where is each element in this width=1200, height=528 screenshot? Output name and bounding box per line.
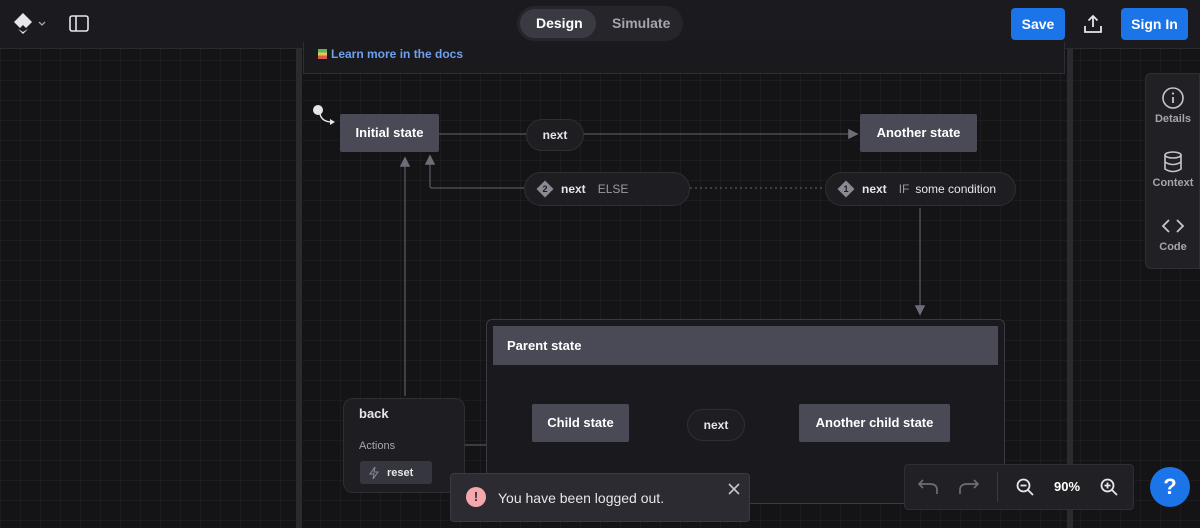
database-icon	[1164, 151, 1182, 173]
state-initial[interactable]: Initial state	[340, 114, 439, 152]
close-icon	[728, 483, 740, 495]
redo-button[interactable]	[957, 476, 981, 503]
zoom-in-icon	[1100, 478, 1118, 496]
guard-event: next	[561, 182, 586, 196]
lightning-icon	[369, 466, 379, 479]
guard-index-badge: 2	[536, 180, 554, 198]
guard-else[interactable]: 2 next ELSE	[524, 172, 690, 206]
state-another-child[interactable]: Another child state	[799, 404, 950, 442]
alert-icon: !	[466, 487, 486, 507]
transition-child-next[interactable]: next	[687, 409, 745, 441]
toast-close-button[interactable]	[726, 481, 742, 497]
guard-condition: some condition	[915, 182, 997, 196]
actions-label: Actions	[359, 440, 396, 452]
zoom-out-icon	[1016, 478, 1034, 496]
panel-tab-context[interactable]: Context	[1148, 150, 1198, 189]
edge-else-to-initial	[424, 154, 524, 189]
guard-index-badge: 1	[837, 180, 855, 198]
state-parent-header[interactable]: Parent state	[493, 326, 998, 365]
guard-event: next	[862, 182, 887, 196]
code-icon	[1161, 219, 1185, 233]
guard-keyword: IF	[898, 182, 910, 196]
state-child[interactable]: Child state	[532, 404, 629, 442]
redo-icon	[959, 479, 980, 494]
toast-message: You have been logged out.	[498, 490, 665, 506]
guard-if[interactable]: 1 next IF some condition	[825, 172, 1016, 206]
help-button[interactable]: ?	[1150, 467, 1190, 507]
state-another[interactable]: Another state	[860, 114, 977, 152]
info-icon	[1162, 87, 1184, 109]
zoom-in-button[interactable]	[1099, 477, 1119, 502]
undo-button[interactable]	[916, 476, 940, 503]
guard-keyword: ELSE	[597, 182, 629, 196]
initial-dot	[313, 105, 323, 115]
undo-icon	[917, 479, 938, 494]
panel-tab-code[interactable]: Code	[1148, 214, 1198, 253]
toolbar-divider	[997, 472, 998, 502]
panel-tab-details[interactable]: Details	[1148, 86, 1198, 125]
zoom-out-button[interactable]	[1015, 477, 1035, 502]
zoom-level: 90%	[1053, 479, 1081, 494]
transition-back-event: back	[359, 406, 389, 421]
transition-next[interactable]: next	[526, 119, 584, 151]
action-reset[interactable]: reset	[360, 461, 432, 484]
